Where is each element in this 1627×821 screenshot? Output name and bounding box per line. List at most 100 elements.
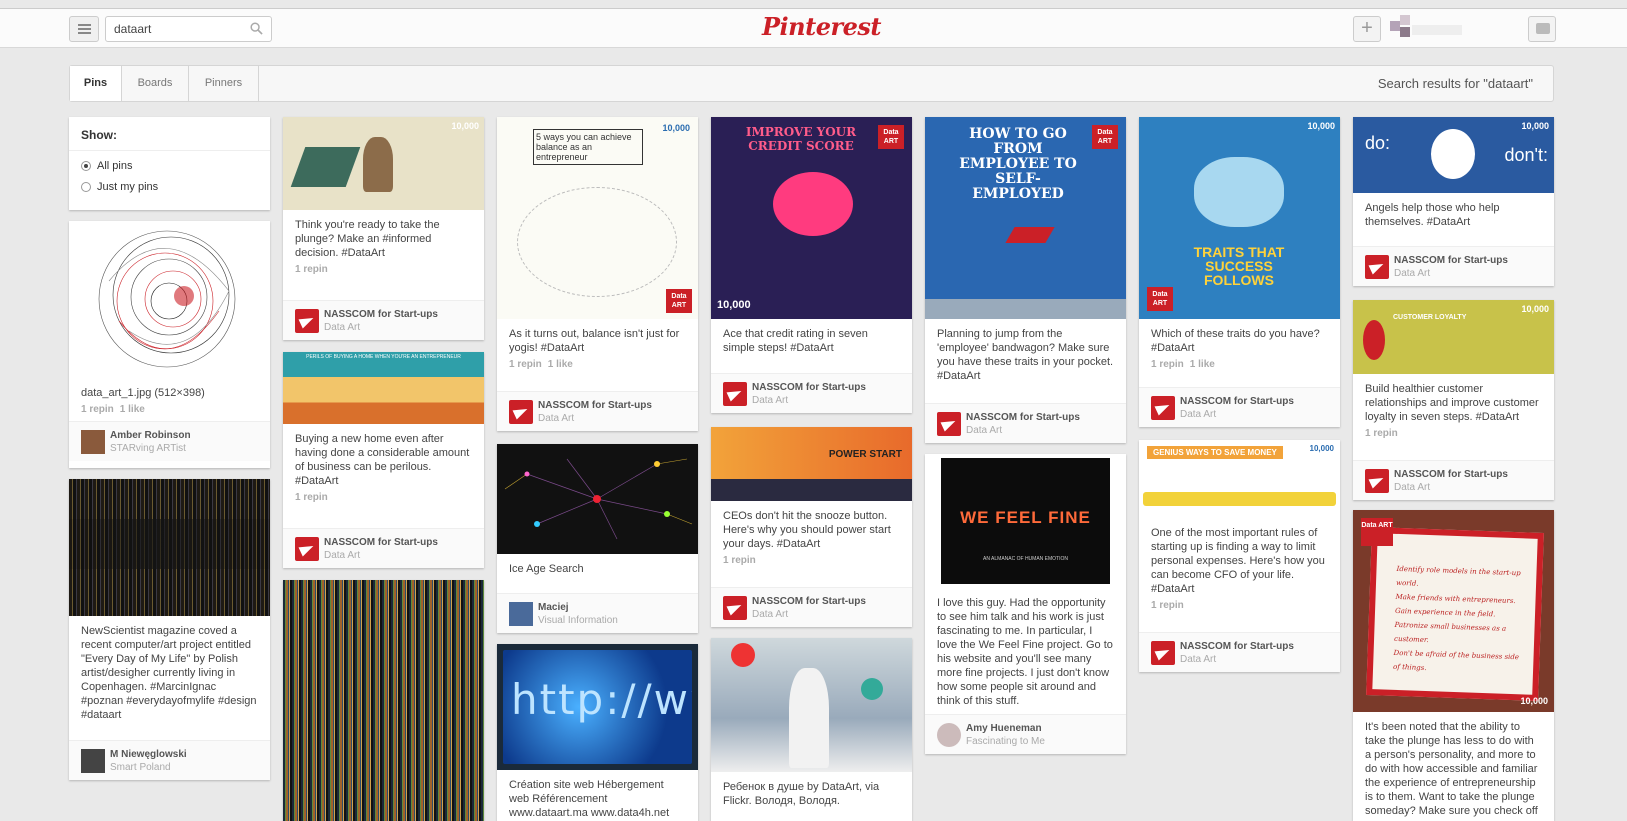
avatar[interactable] [1151,641,1175,665]
board-name[interactable]: Data Art [752,395,788,406]
pinner-name[interactable]: NASSCOM for Start-ups [324,537,438,548]
pin-image[interactable] [711,638,912,772]
tab-pins[interactable]: Pins [70,66,122,101]
avatar[interactable] [937,723,961,747]
board-name[interactable]: STARving ARTist [110,443,186,454]
tab-boards[interactable]: Boards [122,66,189,101]
board-name[interactable]: Data Art [324,322,360,333]
pin-image[interactable]: TRAITS THAT SUCCESS FOLLOWS Data ART 10,… [1139,117,1340,319]
board-name[interactable]: Data Art [324,550,360,561]
pin-card[interactable]: TRAITS THAT SUCCESS FOLLOWS Data ART 10,… [1139,117,1340,427]
pin-card[interactable]: CUSTOMER LOYALTY 10,000 Build healthier … [1353,300,1554,500]
pin-image[interactable]: WE FEEL FINE AN ALMANAC OF HUMAN EMOTION [925,454,1126,588]
avatar[interactable] [937,412,961,436]
pinner-name[interactable]: NASSCOM for Start-ups [324,309,438,320]
board-name[interactable]: Fascinating to Me [966,736,1045,747]
avatar[interactable] [723,596,747,620]
tab-pinners[interactable]: Pinners [189,66,259,101]
board-name[interactable]: Data Art [1394,268,1430,279]
board-name[interactable]: Smart Poland [110,762,171,773]
add-pin-button[interactable]: + [1353,16,1381,42]
board-name[interactable]: Visual Information [538,615,618,626]
pinner-info[interactable]: Maciej Visual Information [497,593,698,633]
avatar[interactable] [1365,255,1389,279]
pinner-info[interactable]: NASSCOM for Start-ups Data Art [1139,387,1340,427]
pinner-name[interactable]: NASSCOM for Start-ups [966,412,1080,423]
pinner-info[interactable]: NASSCOM for Start-ups Data Art [925,403,1126,443]
pinner-info[interactable]: NASSCOM for Start-ups Data Art [711,587,912,627]
pinner-name[interactable]: Amy Hueneman [966,723,1042,734]
pinner-name[interactable]: NASSCOM for Start-ups [1180,396,1294,407]
pin-card[interactable]: 10,000 Think you're ready to take the pl… [283,117,484,340]
avatar[interactable] [509,400,533,424]
user-avatar[interactable] [1390,15,1470,43]
search-icon[interactable] [250,22,263,35]
pin-card[interactable]: 5 ways you can achieve balance as an ent… [497,117,698,431]
pin-card[interactable] [283,580,484,821]
pinner-name[interactable]: NASSCOM for Start-ups [752,596,866,607]
board-name[interactable]: Data Art [966,425,1002,436]
avatar[interactable] [295,537,319,561]
pin-card[interactable]: POWER START CEOs don't hit the snooze bu… [711,427,912,627]
pin-image[interactable]: Identify role models in the start-up wor… [1353,510,1554,712]
pin-card[interactable]: do: don't: 10,000 Angels help those who … [1353,117,1554,286]
pinner-info[interactable]: NASSCOM for Start-ups Data Art [1353,246,1554,286]
pin-image[interactable]: CUSTOMER LOYALTY 10,000 [1353,300,1554,374]
pin-card[interactable]: http://www Création site web Hébergement… [497,644,698,821]
board-name[interactable]: Data Art [1394,482,1430,493]
pin-image[interactable] [69,479,270,616]
pin-card[interactable]: NewScientist magazine coved a recent com… [69,479,270,780]
pin-image[interactable]: 5 ways you can achieve balance as an ent… [497,117,698,319]
pin-image[interactable]: GENIUS WAYS TO SAVE MONEY 10,000 [1139,440,1340,518]
pinner-name[interactable]: NASSCOM for Start-ups [1394,469,1508,480]
pin-card[interactable]: Identify role models in the start-up wor… [1353,510,1554,821]
pin-card[interactable]: Ребенок в душе by DataArt, via Flickr. В… [711,638,912,821]
avatar[interactable] [723,382,747,406]
pinner-info[interactable]: NASSCOM for Start-ups Data Art [283,300,484,340]
pinner-info[interactable]: NASSCOM for Start-ups Data Art [497,391,698,431]
pin-image[interactable]: http://www [497,644,698,770]
pin-image[interactable]: do: don't: 10,000 [1353,117,1554,193]
pin-card[interactable]: GENIUS WAYS TO SAVE MONEY 10,000 One of … [1139,440,1340,672]
pinterest-logo[interactable]: Pinterest [762,12,881,41]
filter-just-my-pins[interactable]: Just my pins [69,180,270,201]
board-name[interactable]: Data Art [1180,654,1216,665]
board-name[interactable]: Data Art [1180,409,1216,420]
pinner-name[interactable]: NASSCOM for Start-ups [1394,255,1508,266]
board-name[interactable]: Data Art [538,413,574,424]
pin-image[interactable]: POWER START [711,427,912,501]
radio-button[interactable] [81,182,91,192]
pin-image[interactable]: PERILS OF BUYING A HOME WHEN YOU'RE AN E… [283,352,484,424]
pin-card[interactable]: PERILS OF BUYING A HOME WHEN YOU'RE AN E… [283,352,484,568]
pinner-info[interactable]: NASSCOM for Start-ups Data Art [283,528,484,568]
pin-card[interactable]: HOW TO GO FROM EMPLOYEE TO SELF-EMPLOYED… [925,117,1126,443]
board-name[interactable]: Data Art [752,609,788,620]
avatar[interactable] [81,430,105,454]
pinner-name[interactable]: NASSCOM for Start-ups [538,400,652,411]
filter-all-pins[interactable]: All pins [69,159,270,180]
pinner-name[interactable]: Maciej [538,602,569,613]
pinner-name[interactable]: NASSCOM for Start-ups [1180,641,1294,652]
pin-image[interactable] [283,580,484,821]
pin-image[interactable]: 10,000 [283,117,484,210]
pin-card[interactable]: IMPROVE YOUR CREDIT SCORE Data ART 10,00… [711,117,912,413]
pinner-info[interactable]: NASSCOM for Start-ups Data Art [1139,632,1340,672]
pinner-info[interactable]: Amy Hueneman Fascinating to Me [925,714,1126,754]
pin-image[interactable] [69,221,270,378]
pinner-name[interactable]: NASSCOM for Start-ups [752,382,866,393]
pinner-info[interactable]: NASSCOM for Start-ups Data Art [1353,460,1554,500]
search-input[interactable]: dataart [105,16,272,42]
avatar[interactable] [509,602,533,626]
pinner-info[interactable]: M Niewęglowski Smart Poland [69,740,270,780]
avatar[interactable] [1151,396,1175,420]
notifications-button[interactable] [1528,16,1556,42]
pin-card[interactable]: Ice Age Search Maciej Visual Information [497,444,698,633]
menu-button[interactable] [69,16,99,42]
radio-button[interactable] [81,161,91,171]
pinner-info[interactable]: NASSCOM for Start-ups Data Art [711,373,912,413]
pinner-name[interactable]: Amber Robinson [110,430,191,441]
avatar[interactable] [1365,469,1389,493]
avatar[interactable] [295,309,319,333]
pin-card[interactable]: WE FEEL FINE AN ALMANAC OF HUMAN EMOTION… [925,454,1126,754]
pinner-name[interactable]: M Niewęglowski [110,749,187,760]
